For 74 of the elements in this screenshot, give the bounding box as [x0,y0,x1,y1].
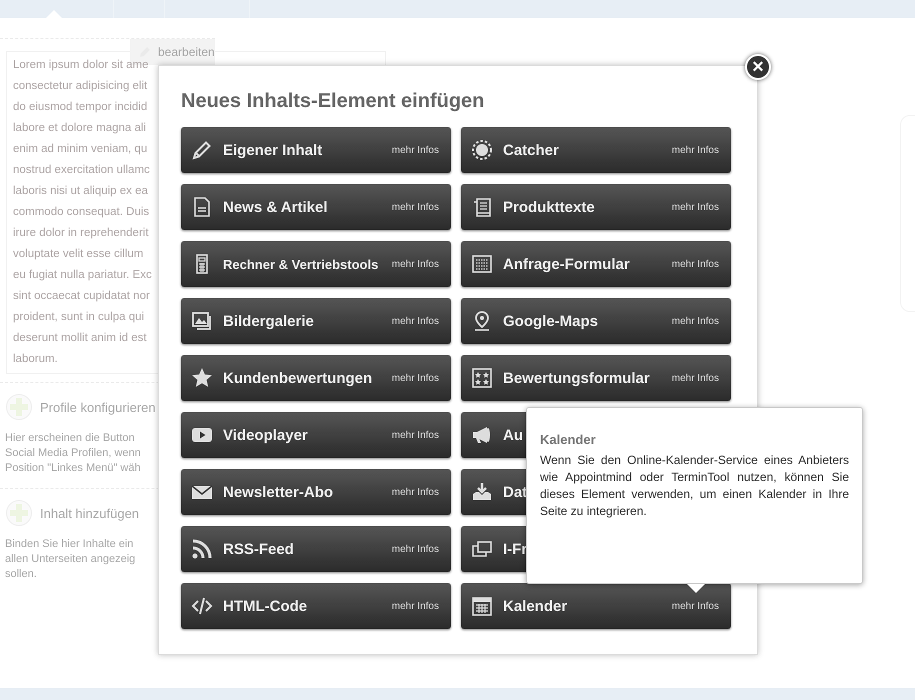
lorem-text-line: laborum. [13,352,58,367]
rss-icon [191,538,213,560]
lorem-text-line: consectetur adipisicing elit [13,79,148,94]
lorem-text-line: laboris nisi ut aliquip ex ea [13,184,148,199]
more-info-link[interactable]: mehr Infos [392,430,439,440]
section-text-line: Social Media Profilen, wenn [5,446,141,461]
calendar-icon [471,595,493,617]
close-button[interactable]: × [745,54,771,80]
windows-icon [471,538,493,560]
element-button[interactable]: Google-Maps mehr Infos [461,298,731,344]
lorem-text-line: enim ad minim veniam, qu [13,142,148,157]
download-tray-icon [471,481,493,503]
document-icon [191,196,213,218]
pencil-icon [191,139,213,161]
element-button[interactable]: Bewertungsformular mehr Infos [461,355,731,401]
more-info-link[interactable]: mehr Infos [392,144,439,156]
lorem-text-line: deserunt mollit anim id est [13,331,147,346]
more-info-link[interactable]: mehr Infos [672,258,719,270]
plus-icon[interactable] [5,499,33,527]
more-info-link[interactable]: mehr Infos [392,202,439,212]
more-info-link[interactable]: mehr Infos [672,144,719,156]
element-button[interactable]: Kalender mehr Infos [461,583,731,629]
lorem-text-line: do eiusmod tempor incidid [13,100,148,115]
gear-icon [471,139,493,161]
section-text-line: allen Unterseiten angezeig [5,552,136,567]
lorem-text-line: labore et dolore magna ali [13,121,146,136]
more-info-link[interactable]: mehr Infos [392,316,439,326]
element-button[interactable]: Rechner & Vertriebstools mehr Infos [181,241,451,287]
megaphone-icon [471,424,493,446]
element-button[interactable]: Catcher mehr Infos [461,127,731,173]
modal-title: Neues Inhalts-Element einfügen [181,90,486,113]
more-info-link[interactable]: mehr Infos [392,372,439,384]
section-title: Inhalt hinzufügen [40,506,140,520]
element-button[interactable]: HTML-Code mehr Infos [181,583,451,629]
element-button[interactable]: Produkttexte mehr Infos [461,184,731,230]
element-button[interactable]: Newsletter-Abo mehr Infos [181,469,451,515]
more-info-link[interactable]: mehr Infos [672,316,719,326]
stacked-pages-icon [471,196,493,218]
rating-grid-icon [471,367,493,389]
element-button[interactable]: Videoplayer mehr Infos [181,412,451,458]
element-button[interactable]: Anfrage-Formular mehr Infos [461,241,731,287]
lorem-text-line: commodo consequat. Duis [13,205,150,220]
section-text-line: sollen. [5,567,37,582]
lorem-text-line: voluptate velit esse cillum [13,247,144,262]
element-button[interactable]: RSS-Feed mehr Infos [181,526,451,572]
form-icon [471,253,493,275]
element-button[interactable]: Kundenbewertungen mehr Infos [181,355,451,401]
more-info-link[interactable]: mehr Infos [392,544,439,554]
more-info-link[interactable]: mehr Infos [392,486,439,498]
tooltip-text: Wenn Sie den Online-Kalender-Service eines Anbieters wie Appointmind oder TerminTool nutzen, können Sie dieses Element verwenden, um einen Kalender in Ihre Seite zu integrieren. [540,452,849,520]
section-text-line: Binden Sie hier Inhalte ein [5,537,134,552]
more-info-link[interactable]: mehr Infos [672,372,719,384]
star-icon [191,367,213,389]
plus-icon[interactable] [5,393,33,421]
tooltip-title: Kalender [540,432,597,447]
element-button[interactable]: Bildergalerie mehr Infos [181,298,451,344]
section-text-line: Hier erscheinen die Button [5,431,135,446]
more-info-link[interactable]: mehr Infos [392,600,439,612]
more-info-link[interactable]: mehr Infos [672,600,719,612]
lorem-text-line: eu fugiat nulla pariatur. Exc [13,268,152,283]
element-button[interactable]: Eigener Inhalt mehr Infos [181,127,451,173]
more-info-link[interactable]: mehr Infos [672,202,719,212]
element-button[interactable]: News & Artikel mehr Infos [181,184,451,230]
lorem-text-line: proident, sunt in culpa qui [13,310,144,325]
edit-label: bearbeiten [158,45,215,59]
pointer-notch [46,10,62,18]
image-icon [191,310,213,332]
lorem-text-line: irure dolor in reprehenderit [13,226,149,241]
section-title: Profile konfigurieren [40,400,156,414]
more-info-link[interactable]: mehr Infos [392,258,439,270]
section-text-line: Position "Linkes Menü" wäh [5,461,141,476]
lorem-text-line: sint occaecat cupidatat nor [13,289,150,304]
lorem-text-line: nostrud exercitation ullamc [13,163,150,178]
code-icon [191,595,213,617]
